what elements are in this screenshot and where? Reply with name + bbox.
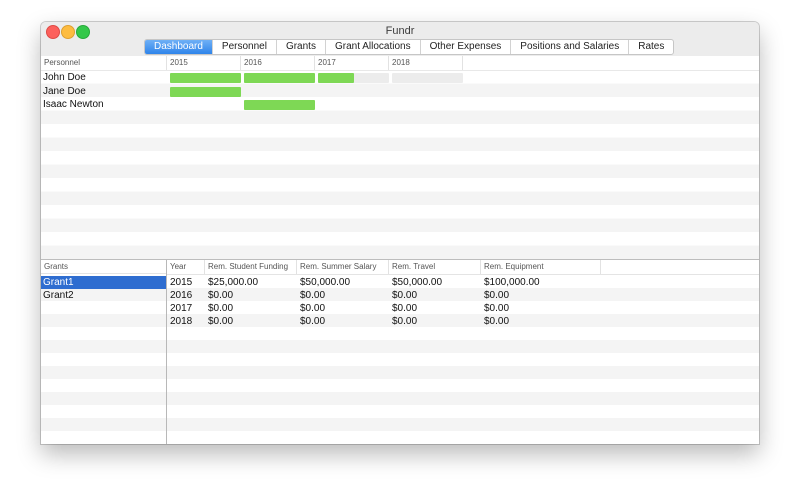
table-cell: 2017 [170,303,193,314]
column-header-2015[interactable]: 2015 [167,56,241,70]
list-item[interactable]: Grant2 [41,289,166,302]
grants-list: Grants Grant1 Grant2 [41,260,167,444]
column-header[interactable]: Rem. Equipment [481,260,601,274]
allocation-bar [244,100,315,110]
tab-personnel[interactable]: Personnel [211,40,276,54]
table-cell: $0.00 [392,316,418,327]
tab-dashboard[interactable]: Dashboard [145,40,212,54]
table-header: Year Rem. Student Funding Rem. Summer Sala… [167,260,759,275]
allocation-bar [170,73,241,83]
table-cell: $50,000.00 [300,277,351,288]
table-row[interactable]: Jane Doe [41,85,759,98]
window-title: Fundr [385,25,415,37]
column-header[interactable]: Rem. Travel [389,260,481,274]
table-row[interactable]: 2018 $0.00 $0.00 $0.00 $0.00 [167,315,759,328]
table-cell: $0.00 [300,290,326,301]
table-cell: $0.00 [392,303,418,314]
personnel-name: Isaac Newton [43,99,104,110]
table-cell: 2016 [170,290,193,301]
table-row[interactable]: Isaac Newton [41,98,759,111]
grants-header: Grants [41,260,166,274]
allocation-fill [170,86,241,97]
allocation-bar [170,86,241,97]
tab-other-expenses[interactable]: Other Expenses [419,40,511,54]
table-cell: $0.00 [392,290,418,301]
column-header-2016[interactable]: 2016 [241,56,315,70]
tab-rates[interactable]: Rates [628,40,673,54]
personnel-name: Jane Doe [43,85,86,97]
column-header-2017[interactable]: 2017 [315,56,389,70]
table-cell: $0.00 [484,316,510,327]
tab-bar: Dashboard Personnel Grants Grant Allocation… [144,39,675,55]
personnel-name: John Doe [43,72,86,83]
table-cell: $0.00 [484,303,510,314]
table-cell: 2018 [170,316,193,327]
table-cell: $25,000.00 [208,277,259,288]
tab-positions-and-salaries[interactable]: Positions and Salaries [510,40,628,54]
allocation-fill [244,73,315,83]
allocation-bar [392,73,463,83]
title-bar: Fundr Dashboard Personnel Grants Grant Allo… [41,22,759,57]
table-row[interactable]: 2015 $25,000.00 $50,000.00 $50,000.00 $100,0… [167,276,759,289]
column-header[interactable]: Rem. Summer Salary [297,260,389,274]
list-item[interactable]: Grant1 [41,276,166,289]
column-header[interactable]: Rem. Student Funding [205,260,297,274]
table-header: Personnel 2015 2016 2017 2018 [41,56,759,71]
tab-grants[interactable]: Grants [275,40,325,54]
table-cell: $0.00 [484,290,510,301]
column-header-personnel[interactable]: Personnel [41,56,167,70]
table-cell: $0.00 [300,316,326,327]
table-row[interactable]: 2016 $0.00 $0.00 $0.00 $0.00 [167,289,759,302]
allocation-fill [170,73,241,83]
table-cell: $0.00 [208,316,234,327]
personnel-allocation-table: Personnel 2015 2016 2017 2018 John Doe Jane D… [41,56,759,259]
table-cell: $0.00 [300,303,326,314]
table-cell: $0.00 [208,303,234,314]
tab-grant-allocations[interactable]: Grant Allocations [324,40,420,54]
remaining-funds-table: Year Rem. Student Funding Rem. Summer Sala… [167,260,759,444]
table-row[interactable]: John Doe [41,71,759,84]
table-cell: 2015 [170,277,193,288]
allocation-fill [318,73,354,83]
table-cell: $50,000.00 [392,277,443,288]
column-header-2018[interactable]: 2018 [389,56,463,70]
allocation-bar [244,73,315,83]
column-header[interactable]: Year [167,260,205,274]
table-cell: $100,000.00 [484,277,540,288]
allocation-fill [244,100,315,110]
app-window: Fundr Dashboard Personnel Grants Grant Allo… [41,22,759,444]
table-cell: $0.00 [208,290,234,301]
allocation-bar [318,73,389,83]
table-row[interactable]: 2017 $0.00 $0.00 $0.00 $0.00 [167,302,759,315]
